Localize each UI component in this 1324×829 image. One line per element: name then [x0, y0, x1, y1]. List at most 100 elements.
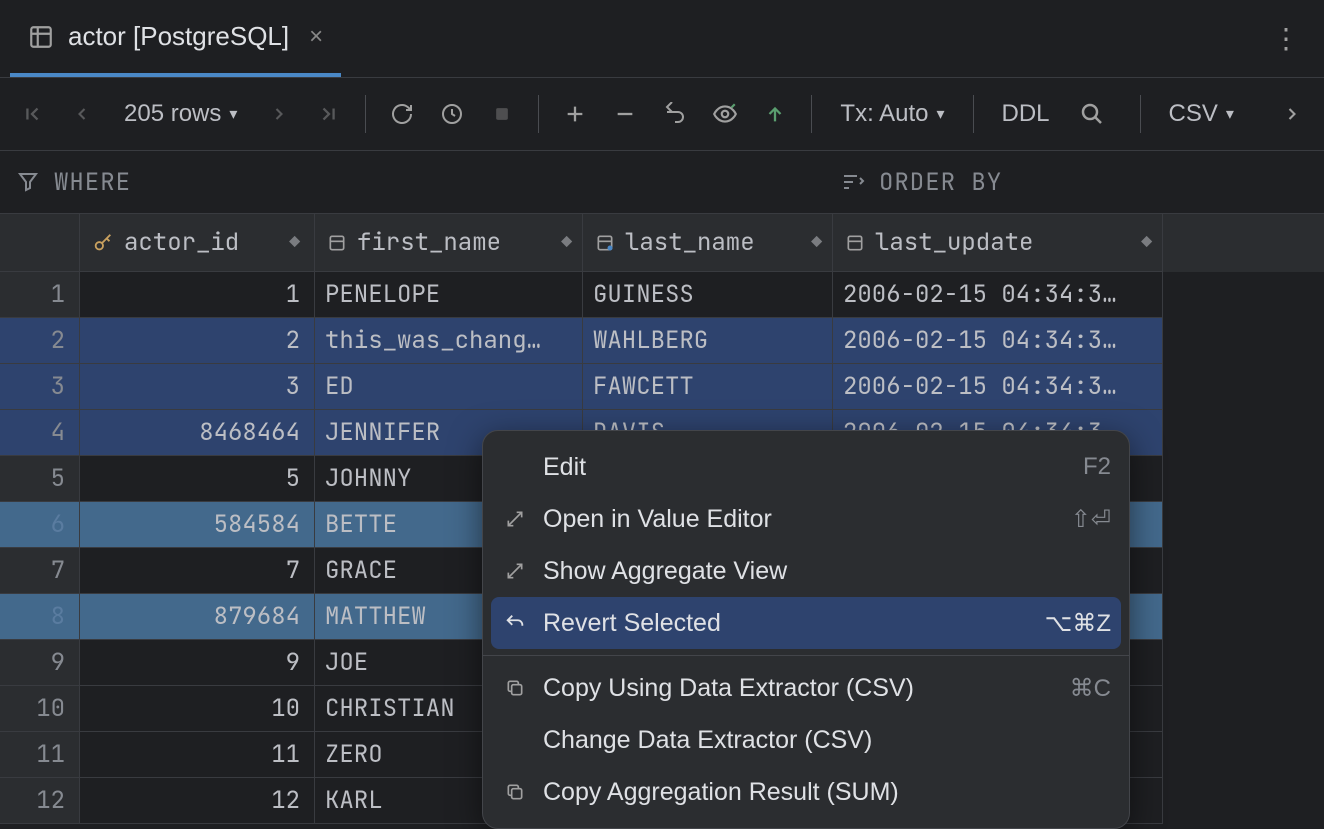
refresh-button[interactable]	[382, 94, 422, 134]
cell[interactable]: GUINESS	[583, 272, 833, 318]
overflow-menu-icon[interactable]: ⋮	[1258, 22, 1314, 55]
last-page-button[interactable]	[309, 94, 349, 134]
gutter-header	[0, 214, 80, 272]
stop-button[interactable]	[482, 94, 522, 134]
ddl-label: DDL	[1002, 100, 1050, 128]
cell[interactable]: PENELOPE	[315, 272, 583, 318]
revert-icon	[501, 612, 529, 634]
copy-icon	[501, 782, 529, 802]
sort-icon: ◆	[1141, 231, 1152, 254]
export-dropdown[interactable]: CSV▾	[1157, 100, 1246, 128]
menu-change-extractor[interactable]: Change Data Extractor (CSV)	[483, 714, 1129, 766]
cell[interactable]: 9	[80, 640, 315, 686]
cell[interactable]: 1	[80, 272, 315, 318]
toolbar: 205 rows▾ Tx: Auto▾ DDL CSV▾	[0, 78, 1324, 150]
menu-separator	[483, 655, 1129, 656]
menu-label: Revert Selected	[543, 609, 721, 638]
where-filter[interactable]: WHERE	[0, 167, 825, 198]
cell[interactable]: 5	[80, 456, 315, 502]
menu-open-value-editor[interactable]: Open in Value Editor ⇧⏎	[483, 493, 1129, 545]
export-label: CSV	[1169, 100, 1218, 128]
sort-icon	[841, 170, 865, 194]
row-count-label: 205 rows	[124, 100, 221, 128]
cell[interactable]: 2006-02-15 04:34:3…	[833, 272, 1163, 318]
column-header-actor-id[interactable]: actor_id ◆	[80, 214, 315, 272]
menu-copy-aggregation[interactable]: Copy Aggregation Result (SUM)	[483, 766, 1129, 818]
indexed-column-icon	[595, 233, 615, 253]
cell[interactable]: 2006-02-15 04:34:3…	[833, 318, 1163, 364]
menu-shortcut: ⌥⌘Z	[1045, 609, 1111, 638]
cell[interactable]: 3	[80, 364, 315, 410]
cell[interactable]: FAWCETT	[583, 364, 833, 410]
sort-icon: ◆	[811, 231, 822, 254]
delete-row-button[interactable]	[605, 94, 645, 134]
key-icon	[92, 232, 114, 254]
menu-label: Copy Aggregation Result (SUM)	[543, 778, 899, 807]
column-header-first-name[interactable]: first_name ◆	[315, 214, 583, 272]
chevron-down-icon: ▾	[229, 104, 237, 124]
table-icon	[28, 24, 54, 50]
row-number: 8	[0, 594, 80, 640]
add-row-button[interactable]	[555, 94, 595, 134]
col-label: actor_id	[124, 227, 239, 258]
menu-aggregate-view[interactable]: Show Aggregate View	[483, 545, 1129, 597]
cell[interactable]: 7	[80, 548, 315, 594]
search-button[interactable]	[1072, 94, 1112, 134]
cell[interactable]: 2	[80, 318, 315, 364]
cell[interactable]: 2006-02-15 04:34:3…	[833, 364, 1163, 410]
expand-icon	[501, 509, 529, 529]
submit-button[interactable]	[755, 94, 795, 134]
row-count-dropdown[interactable]: 205 rows ▾	[112, 100, 249, 128]
row-number: 7	[0, 548, 80, 594]
preview-changes-button[interactable]	[705, 94, 745, 134]
menu-revert-selected[interactable]: Revert Selected ⌥⌘Z	[491, 597, 1121, 649]
cell[interactable]: WAHLBERG	[583, 318, 833, 364]
tx-mode-dropdown[interactable]: Tx: Auto▾	[828, 100, 956, 128]
sort-icon: ◆	[289, 231, 300, 254]
cell[interactable]: 12	[80, 778, 315, 824]
menu-copy-extractor[interactable]: Copy Using Data Extractor (CSV) ⌘C	[483, 662, 1129, 714]
row-number: 1	[0, 272, 80, 318]
cell[interactable]: 8468464	[80, 410, 315, 456]
row-number: 10	[0, 686, 80, 732]
column-header-last-name[interactable]: last_name ◆	[583, 214, 833, 272]
row-number: 11	[0, 732, 80, 778]
column-header-last-update[interactable]: last_update ◆	[833, 214, 1163, 272]
auto-refresh-button[interactable]	[432, 94, 472, 134]
cell[interactable]: 584584	[80, 502, 315, 548]
menu-shortcut: ⇧⏎	[1071, 505, 1111, 534]
col-label: first_name	[357, 227, 501, 258]
filter-bar: WHERE ORDER BY	[0, 150, 1324, 214]
ddl-button[interactable]: DDL	[990, 100, 1062, 128]
next-page-button[interactable]	[259, 94, 299, 134]
orderby-label: ORDER BY	[879, 167, 1002, 198]
tab-title: actor [PostgreSQL]	[68, 21, 289, 52]
more-right-icon[interactable]	[1272, 94, 1312, 134]
tab-actor[interactable]: actor [PostgreSQL] ×	[10, 0, 341, 77]
row-number: 3	[0, 364, 80, 410]
menu-edit[interactable]: Edit F2	[483, 441, 1129, 493]
row-number: 5	[0, 456, 80, 502]
first-page-button[interactable]	[12, 94, 52, 134]
cell[interactable]: this_was_chang…	[315, 318, 583, 364]
column-icon	[327, 233, 347, 253]
table-row[interactable]: 3 3 ED FAWCETT 2006-02-15 04:34:3…	[0, 364, 1324, 410]
cell[interactable]: 879684	[80, 594, 315, 640]
cell[interactable]: 10	[80, 686, 315, 732]
column-icon	[845, 233, 865, 253]
orderby-filter[interactable]: ORDER BY	[825, 167, 1324, 198]
prev-page-button[interactable]	[62, 94, 102, 134]
menu-label: Change Data Extractor (CSV)	[543, 726, 872, 755]
sort-icon: ◆	[561, 231, 572, 254]
cell[interactable]: ED	[315, 364, 583, 410]
menu-label: Copy Using Data Extractor (CSV)	[543, 674, 914, 703]
cell[interactable]: 11	[80, 732, 315, 778]
close-icon[interactable]: ×	[309, 23, 323, 51]
chevron-down-icon: ▾	[936, 104, 944, 124]
menu-label: Show Aggregate View	[543, 557, 787, 586]
table-row[interactable]: 2 2 this_was_chang… WAHLBERG 2006-02-15 …	[0, 318, 1324, 364]
context-menu: Edit F2 Open in Value Editor ⇧⏎ Show Agg…	[482, 430, 1130, 829]
table-row[interactable]: 1 1 PENELOPE GUINESS 2006-02-15 04:34:3…	[0, 272, 1324, 318]
col-label: last_update	[875, 227, 1033, 258]
revert-button[interactable]	[655, 94, 695, 134]
